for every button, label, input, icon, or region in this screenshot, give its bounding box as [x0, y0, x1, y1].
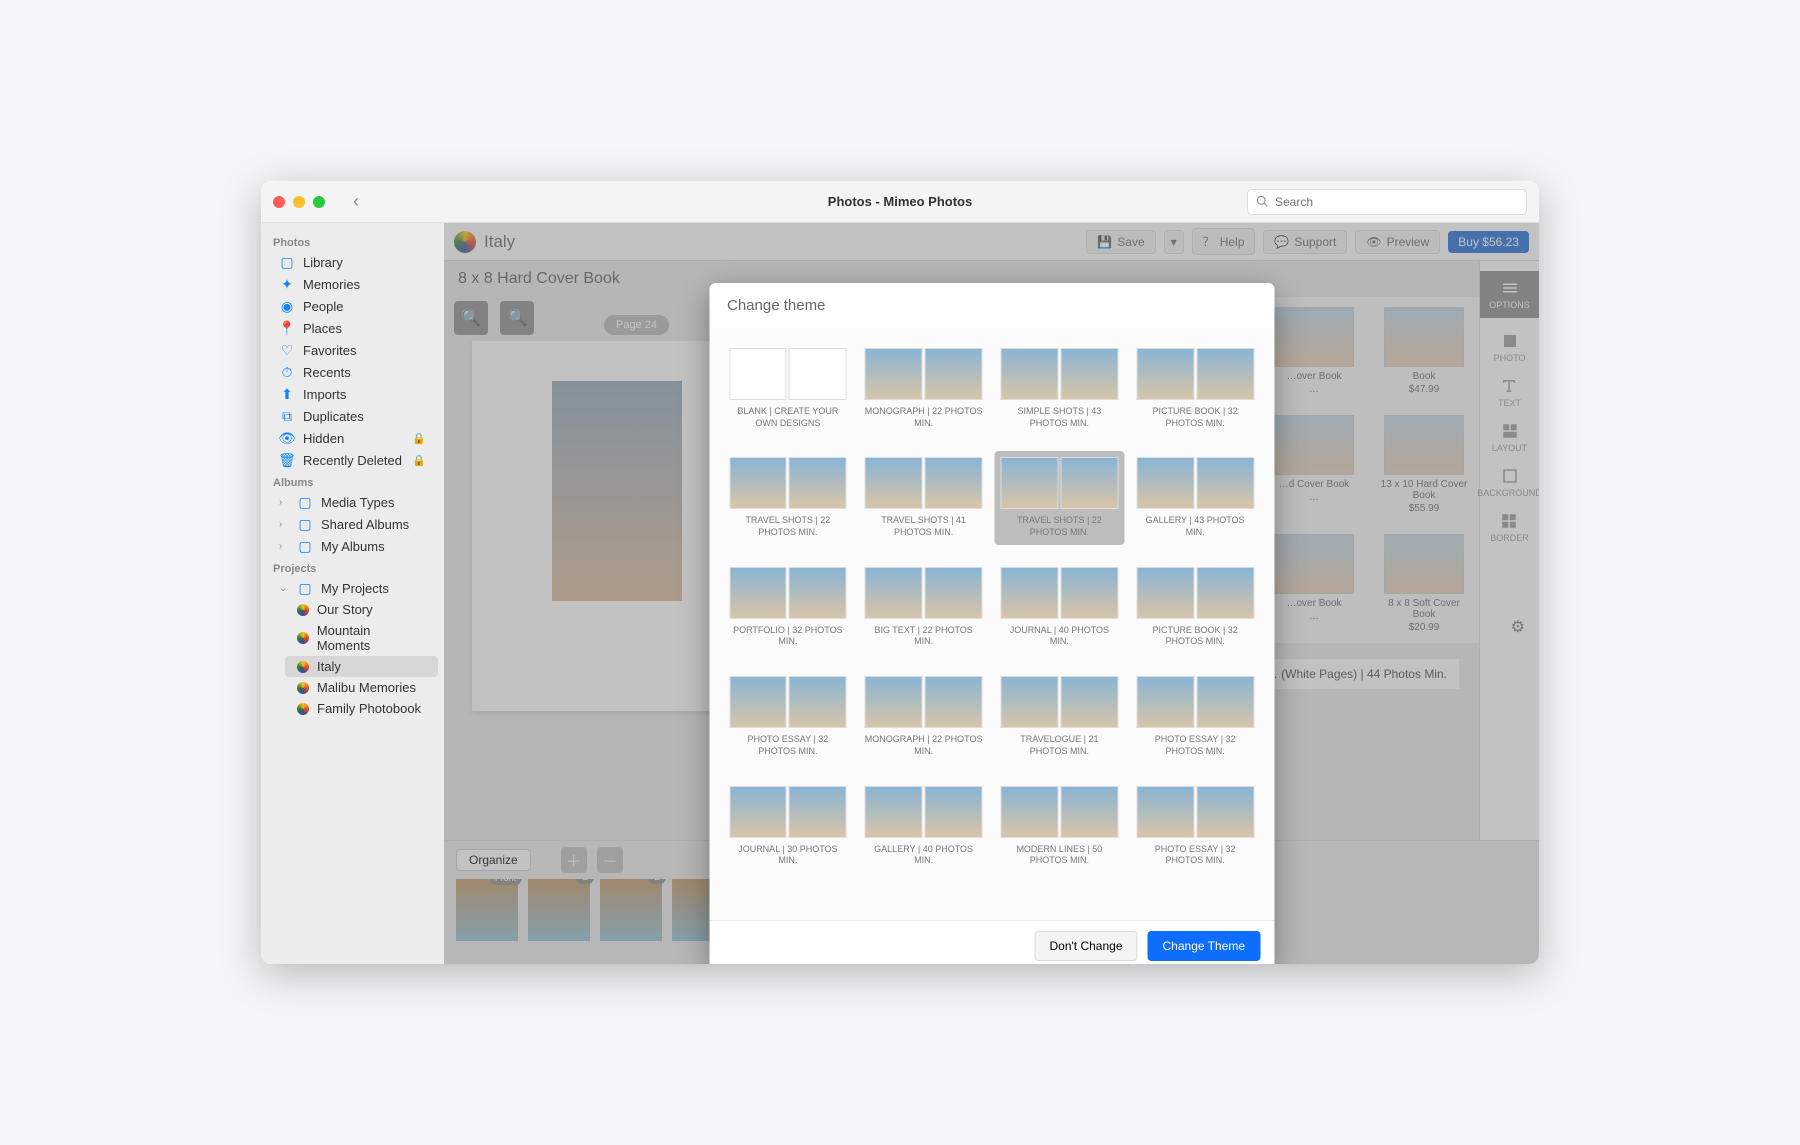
traffic-lights [273, 196, 325, 208]
sidebar-item[interactable]: ⏱Recents [267, 361, 438, 383]
theme-grid: BLANK | CREATE YOUR OWN DESIGNSMONOGRAPH… [709, 328, 1274, 920]
sidebar-item[interactable]: ⧉Duplicates [267, 405, 438, 427]
titlebar: ‹ Photos - Mimeo Photos [261, 181, 1539, 223]
search-input[interactable] [1275, 195, 1518, 209]
theme-option[interactable]: PHOTO ESSAY | 32 PHOTOS MIN. [1130, 780, 1260, 873]
sidebar-item[interactable]: ⬆Imports [267, 383, 438, 405]
panel-settings-icon[interactable]: ⚙ [1511, 617, 1525, 637]
back-button[interactable]: ‹ [345, 187, 367, 216]
sidebar-item[interactable]: 🗑Recently Deleted🔒 [267, 449, 438, 471]
sidebar-item[interactable]: ♡Favorites [267, 339, 438, 361]
theme-option[interactable]: PICTURE BOOK | 32 PHOTOS MIN. [1130, 561, 1260, 654]
modal-title: Change theme [709, 283, 1274, 328]
main-area: Italy 💾 Save ▾ ？ Help 💬 Support 👁 Previe… [444, 223, 1539, 964]
sidebar-item[interactable]: 📍Places [267, 317, 438, 339]
theme-option[interactable]: SIMPLE SHOTS | 43 PHOTOS MIN. [995, 342, 1125, 435]
minimize-window[interactable] [293, 196, 305, 208]
change-theme-modal: Change theme BLANK | CREATE YOUR OWN DES… [709, 283, 1274, 964]
sidebar: Photos ▢Library✦Memories◉People📍Places♡F… [261, 223, 444, 964]
sidebar-section-albums: Albums [261, 471, 444, 491]
search-field[interactable] [1247, 189, 1527, 215]
sidebar-section-projects: Projects [261, 557, 444, 577]
sidebar-item[interactable]: ›▢Shared Albums [267, 513, 438, 535]
sidebar-project-item[interactable]: Mountain Moments [285, 620, 438, 656]
search-icon [1256, 195, 1269, 208]
sidebar-section-photos: Photos [261, 231, 444, 251]
zoom-window[interactable] [313, 196, 325, 208]
theme-option[interactable]: MONOGRAPH | 22 PHOTOS MIN. [859, 342, 989, 435]
dont-change-button[interactable]: Don't Change [1034, 931, 1137, 961]
theme-option[interactable]: GALLERY | 40 PHOTOS MIN. [859, 780, 989, 873]
theme-option[interactable]: PHOTO ESSAY | 32 PHOTOS MIN. [723, 670, 853, 763]
theme-option[interactable]: BIG TEXT | 22 PHOTOS MIN. [859, 561, 989, 654]
theme-option[interactable]: BLANK | CREATE YOUR OWN DESIGNS [723, 342, 853, 435]
theme-option[interactable]: GALLERY | 43 PHOTOS MIN. [1130, 451, 1260, 544]
theme-option[interactable]: PHOTO ESSAY | 32 PHOTOS MIN. [1130, 670, 1260, 763]
sidebar-item[interactable]: ✦Memories [267, 273, 438, 295]
sidebar-item[interactable]: ◉People [267, 295, 438, 317]
theme-option[interactable]: MODERN LINES | 50 PHOTOS MIN. [995, 780, 1125, 873]
theme-option[interactable]: TRAVELOGUE | 21 PHOTOS MIN. [995, 670, 1125, 763]
window-title: Photos - Mimeo Photos [828, 194, 972, 209]
sidebar-item[interactable]: 👁Hidden🔒 [267, 427, 438, 449]
theme-option[interactable]: MONOGRAPH | 22 PHOTOS MIN. [859, 670, 989, 763]
theme-option[interactable]: TRAVEL SHOTS | 22 PHOTOS MIN. [723, 451, 853, 544]
change-theme-button[interactable]: Change Theme [1148, 931, 1261, 961]
close-window[interactable] [273, 196, 285, 208]
sidebar-item[interactable]: ›▢My Albums [267, 535, 438, 557]
sidebar-item[interactable]: ›▢Media Types [267, 491, 438, 513]
sidebar-project-item[interactable]: Family Photobook [285, 698, 438, 719]
theme-option[interactable]: JOURNAL | 30 PHOTOS MIN. [723, 780, 853, 873]
sidebar-item-my-projects[interactable]: ⌄▢My Projects [267, 577, 438, 599]
sidebar-project-item[interactable]: Italy [285, 656, 438, 677]
sidebar-project-item[interactable]: Malibu Memories [285, 677, 438, 698]
theme-option[interactable]: TRAVEL SHOTS | 41 PHOTOS MIN. [859, 451, 989, 544]
theme-option[interactable]: PORTFOLIO | 32 PHOTOS MIN. [723, 561, 853, 654]
sidebar-item[interactable]: ▢Library [267, 251, 438, 273]
theme-option[interactable]: PICTURE BOOK | 32 PHOTOS MIN. [1130, 342, 1260, 435]
theme-option[interactable]: JOURNAL | 40 PHOTOS MIN. [995, 561, 1125, 654]
app-window: ‹ Photos - Mimeo Photos Photos ▢Library✦… [261, 181, 1539, 964]
sidebar-project-item[interactable]: Our Story [285, 599, 438, 620]
theme-option[interactable]: TRAVEL SHOTS | 22 PHOTOS MIN. [995, 451, 1125, 544]
